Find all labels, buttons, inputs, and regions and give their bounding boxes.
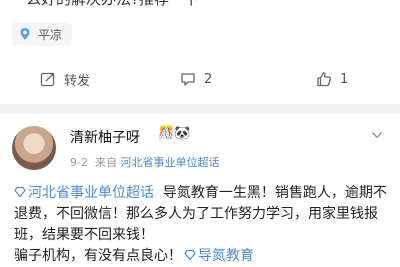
forward-label: 转发 <box>64 73 91 89</box>
post-date: 9-2 <box>70 156 88 169</box>
diamond-icon <box>14 186 26 198</box>
comment-icon <box>181 73 195 86</box>
like-button[interactable]: 1 <box>316 71 348 87</box>
feed-divider <box>0 104 400 114</box>
user-badges: 🎊🐼 <box>158 126 191 141</box>
post-body: 河北省事业单位超话 导氮教育一生黑！销售跑人，逾期不退费，不回微信！那么多人为了… <box>14 183 392 267</box>
inline-tag[interactable]: 导氮教育 <box>182 248 254 264</box>
forward-button[interactable]: 转发 <box>40 70 90 89</box>
post-source[interactable]: 河北省事业单位超话 <box>120 156 219 169</box>
super-topic-tag-label: 河北省事业单位超话 <box>28 185 154 201</box>
like-count: 1 <box>340 71 349 87</box>
comment-button[interactable]: 2 <box>180 71 212 87</box>
username[interactable]: 清新柚子呀 <box>70 127 140 147</box>
post-last-line: 骗子机构，有没有点良心！ 导氮教育 <box>14 246 392 267</box>
post-action-bar: 转发 2 1 <box>0 66 400 92</box>
chevron-down-icon[interactable] <box>370 128 384 142</box>
comment-count: 2 <box>204 71 213 87</box>
location-chip[interactable]: 平凉 <box>12 22 73 46</box>
inline-tag-label: 导氮教育 <box>198 248 254 264</box>
forward-icon <box>40 72 55 87</box>
diamond-icon <box>184 249 196 261</box>
location-pin-icon <box>20 28 30 40</box>
from-prefix: 来自 <box>94 156 117 169</box>
post-last-line-text: 骗子机构，有没有点良心！ <box>14 248 182 264</box>
avatar[interactable] <box>12 126 56 170</box>
post-meta: 9-2 来自 河北省事业单位超话 <box>70 154 219 170</box>
super-topic-tag[interactable]: 河北省事业单位超话 <box>14 185 154 201</box>
thumbs-up-icon <box>317 72 332 87</box>
location-label: 平凉 <box>38 27 63 42</box>
previous-post-text: 么好的解决办法?推荐一下 <box>26 0 199 9</box>
